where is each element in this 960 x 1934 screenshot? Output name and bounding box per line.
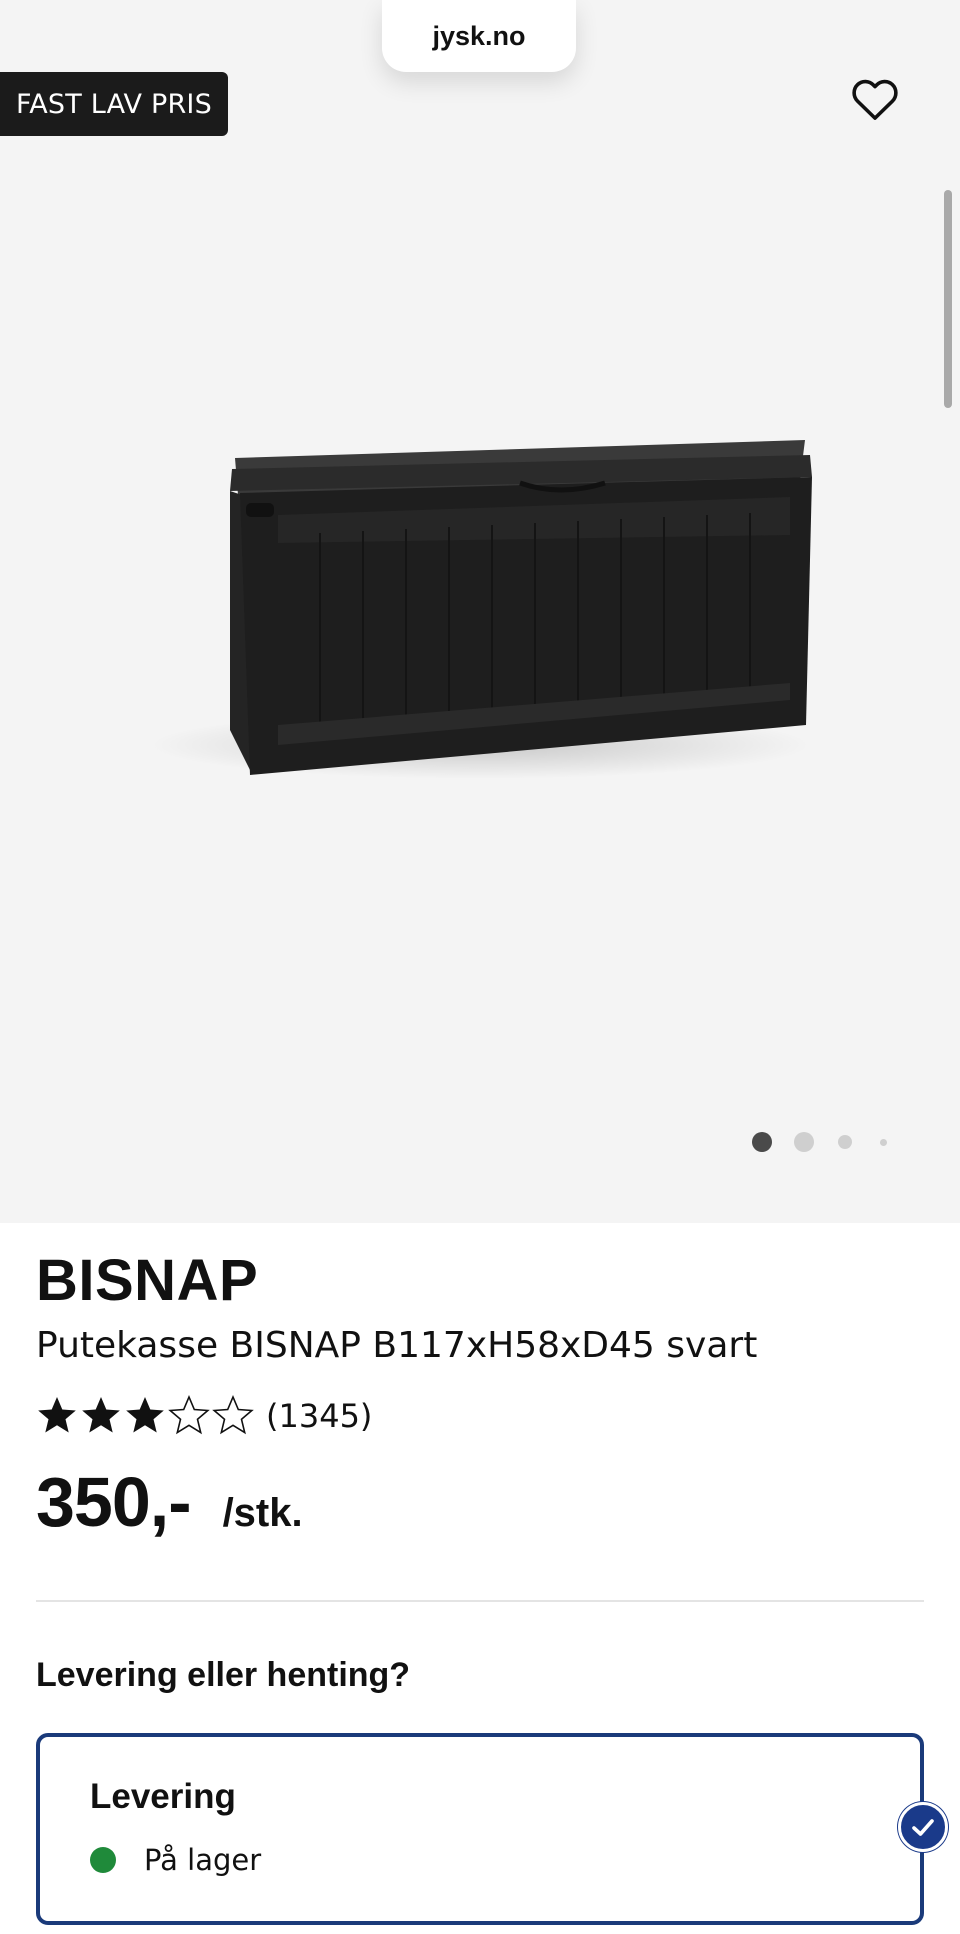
stock-indicator-icon bbox=[90, 1847, 116, 1873]
product-rating[interactable]: (1345) bbox=[36, 1392, 372, 1440]
product-brand: BISNAP bbox=[36, 1248, 259, 1313]
star-icon bbox=[126, 1397, 164, 1433]
url-bar[interactable]: jysk.no bbox=[382, 0, 576, 72]
pagination-dot-active[interactable] bbox=[752, 1132, 772, 1152]
star-icon bbox=[82, 1397, 120, 1433]
product-name: Putekasse BISNAP B117xH58xD45 svart bbox=[36, 1325, 758, 1366]
heart-outline-icon bbox=[852, 79, 898, 120]
stock-status: På lager bbox=[90, 1843, 261, 1877]
star-outline-icon bbox=[213, 1396, 253, 1434]
scrollbar[interactable] bbox=[944, 190, 952, 408]
product-price: 350,- bbox=[36, 1463, 192, 1541]
selected-check bbox=[898, 1802, 948, 1852]
divider bbox=[36, 1600, 924, 1602]
product-image bbox=[150, 440, 812, 779]
pagination-dot[interactable] bbox=[794, 1132, 814, 1152]
gallery-pagination[interactable] bbox=[750, 1130, 890, 1154]
delivery-option-title: Levering bbox=[90, 1777, 236, 1816]
star-icon bbox=[38, 1397, 76, 1433]
star-rating bbox=[38, 1396, 253, 1434]
pagination-dot[interactable] bbox=[880, 1139, 887, 1146]
promo-badge: FAST LAV PRIS bbox=[0, 72, 228, 136]
star-half-icon bbox=[169, 1396, 209, 1434]
price-row: 350,- /stk. bbox=[36, 1462, 303, 1542]
pagination-dot[interactable] bbox=[838, 1135, 852, 1149]
delivery-option-card[interactable]: Levering På lager bbox=[36, 1733, 924, 1925]
delivery-question: Levering eller henting? bbox=[36, 1656, 411, 1694]
review-count[interactable]: (1345) bbox=[266, 1397, 372, 1435]
price-unit: /stk. bbox=[222, 1491, 303, 1535]
checkmark-icon bbox=[912, 1819, 934, 1836]
stock-label: På lager bbox=[144, 1843, 262, 1877]
favorite-button[interactable] bbox=[848, 72, 902, 126]
